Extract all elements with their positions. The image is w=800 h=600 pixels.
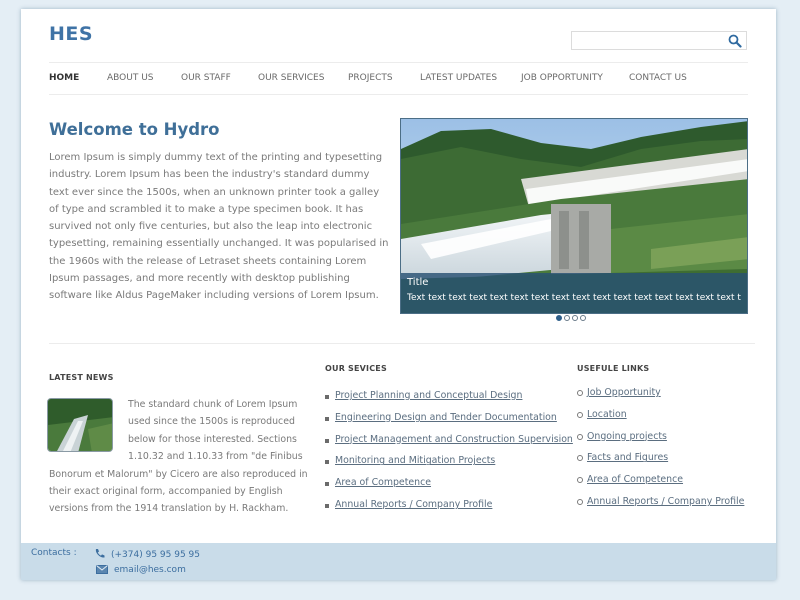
service-link-reports[interactable]: Annual Reports / Company Profile	[335, 499, 492, 510]
contacts-footer: Contacts : (+374) 95 95 95 95 email@hes.…	[21, 543, 776, 580]
list-item: Area of Competence	[577, 474, 744, 496]
slider-dot-1[interactable]	[556, 315, 562, 321]
service-link-planning[interactable]: Project Planning and Conceptual Design	[335, 390, 522, 401]
nav-item-about-us[interactable]: ABOUT US	[107, 73, 154, 83]
link-area-competence[interactable]: Area of Competence	[587, 474, 683, 485]
list-item: Project Management and Construction Supe…	[325, 434, 573, 456]
nav-item-our-staff[interactable]: OUR STAFF	[181, 73, 231, 83]
list-item: Ongoing projects	[577, 431, 744, 453]
main-nav: HOME ABOUT US OUR STAFF OUR SERVICES PRO…	[49, 62, 748, 95]
section-divider	[49, 343, 755, 344]
email-address[interactable]: email@hes.com	[114, 565, 186, 575]
caption-title: Title	[407, 277, 429, 288]
nav-item-projects[interactable]: PROJECTS	[348, 73, 393, 83]
latest-news-heading: LATEST NEWS	[49, 373, 114, 382]
list-item: Job Opportunity	[577, 387, 744, 409]
image-slider[interactable]: Title Text text text text text text text…	[400, 118, 748, 314]
nav-item-job-opportunity[interactable]: JOB OPPORTUNITY	[521, 73, 603, 83]
site-logo[interactable]: HES	[49, 23, 93, 45]
page-container: HES HOME ABOUT US OUR STAFF OUR SERVICES…	[21, 9, 776, 580]
list-item: Project Planning and Conceptual Design	[325, 390, 573, 412]
list-item: Area of Competence	[325, 477, 573, 499]
link-location[interactable]: Location	[587, 409, 627, 420]
services-heading: OUR SEVICES	[325, 364, 387, 373]
service-link-engineering[interactable]: Engineering Design and Tender Documentat…	[335, 412, 557, 423]
phone-icon	[95, 549, 105, 558]
slider-dot-4[interactable]	[580, 315, 586, 321]
service-link-management[interactable]: Project Management and Construction Supe…	[335, 434, 573, 445]
nav-item-our-services[interactable]: OUR SERVICES	[258, 73, 324, 83]
list-item: Annual Reports / Company Profile	[325, 499, 573, 521]
list-item: Annual Reports / Company Profile	[577, 496, 744, 518]
service-link-competence[interactable]: Area of Competence	[335, 477, 431, 488]
list-item: Facts and Figures	[577, 452, 744, 474]
envelope-icon	[96, 565, 108, 574]
nav-item-latest-updates[interactable]: LATEST UPDATES	[420, 73, 497, 83]
nav-item-contact-us[interactable]: CONTACT US	[629, 73, 687, 83]
link-job-opportunity[interactable]: Job Opportunity	[587, 387, 661, 398]
phone-number[interactable]: (+374) 95 95 95 95	[111, 550, 200, 560]
welcome-text: Lorem Ipsum is simply dummy text of the …	[49, 152, 389, 302]
latest-news-text: The standard chunk of Lorem Ipsum used s…	[49, 396, 311, 518]
slider-caption: Title Text text text text text text text…	[401, 273, 747, 313]
useful-links-heading: USEFULE LINKS	[577, 364, 650, 373]
link-ongoing-projects[interactable]: Ongoing projects	[587, 431, 667, 442]
contacts-label: Contacts :	[31, 548, 77, 558]
slider-dot-2[interactable]	[564, 315, 570, 321]
nav-item-home[interactable]: HOME	[49, 73, 79, 83]
service-link-monitoring[interactable]: Monitoring and Mitigation Projects	[335, 455, 495, 466]
search-box	[571, 31, 747, 53]
caption-text: Text text text text text text text text …	[407, 293, 741, 303]
list-item: Monitoring and Mitigation Projects	[325, 455, 573, 477]
search-input[interactable]	[572, 36, 722, 53]
link-annual-reports[interactable]: Annual Reports / Company Profile	[587, 496, 744, 507]
phone-contact: (+374) 95 95 95 95	[94, 548, 200, 560]
services-list: Project Planning and Conceptual Design E…	[325, 390, 573, 521]
email-contact: email@hes.com	[96, 565, 186, 575]
list-item: Location	[577, 409, 744, 431]
welcome-title: Welcome to Hydro	[49, 120, 220, 139]
useful-links-list: Job Opportunity Location Ongoing project…	[577, 387, 744, 518]
search-icon[interactable]	[728, 34, 742, 48]
link-facts-figures[interactable]: Facts and Figures	[587, 452, 668, 463]
slider-dot-3[interactable]	[572, 315, 578, 321]
list-item: Engineering Design and Tender Documentat…	[325, 412, 573, 434]
